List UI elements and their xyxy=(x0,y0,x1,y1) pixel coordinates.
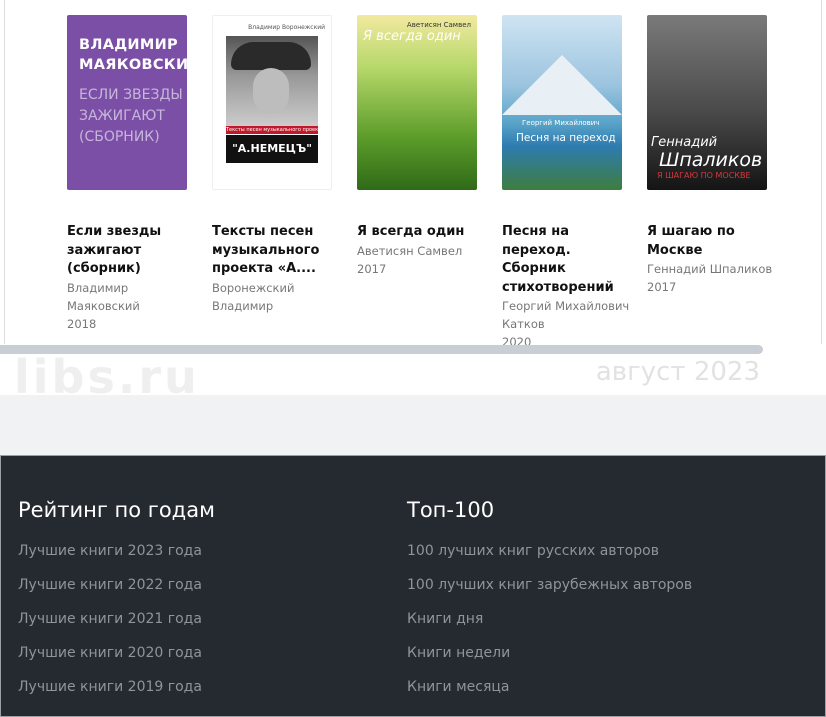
mountain-shape xyxy=(502,55,622,115)
footer-link[interactable]: Лучшие книги 2020 года xyxy=(18,636,215,670)
cover-author: ВЛАДИМИР МАЯКОВСКИЙ xyxy=(79,37,187,73)
cover-band-text: Тексты песен музыкального проекта xyxy=(226,127,318,133)
footer-link[interactable]: Лучшие книги 2022 года xyxy=(18,568,215,602)
gray-band xyxy=(0,395,826,455)
book-card[interactable]: ВЛАДИМИР МАЯКОВСКИЙ ЕСЛИ ЗВЕЗДЫ ЗАЖИГАЮТ… xyxy=(67,15,195,333)
cover-author: Владимир Воронежский xyxy=(248,24,325,31)
book-cover[interactable]: Владимир Воронежский Тексты песен музыка… xyxy=(212,15,332,190)
cover-author-surname: Шпаликов xyxy=(659,149,763,171)
cover-author: Георгий Михайлович xyxy=(522,119,600,127)
book-cover[interactable]: Аветисян Самвел Я всегда один xyxy=(357,15,477,190)
book-author[interactable]: Аветисян Самвел xyxy=(357,242,485,260)
cover-title: "А.НЕМЕЦЪ" xyxy=(226,135,318,163)
book-title[interactable]: Песня на переход. Сборник стихотворений xyxy=(502,223,626,297)
hat-shape xyxy=(231,42,311,70)
cover-subtitle: ЕСЛИ ЗВЕЗДЫ ЗАЖИГАЮТ (СБОРНИК) xyxy=(79,87,183,145)
book-card[interactable]: Владимир Воронежский Тексты песен музыка… xyxy=(212,15,340,315)
book-title[interactable]: Тексты песен музыкального проекта «А.... xyxy=(212,223,336,279)
date-stamp: август 2023 xyxy=(595,357,760,387)
cover-author: Аветисян Самвел xyxy=(406,21,471,29)
footer-top100-column: Топ-100 100 лучших книг русских авторов … xyxy=(407,498,692,704)
footer: Рейтинг по годам Лучшие книги 2023 года … xyxy=(0,455,826,717)
book-year: 2018 xyxy=(67,316,97,331)
book-author[interactable]: Геннадий Шпаликов xyxy=(647,260,775,278)
book-card[interactable]: Георгий Михайлович Песня на переход Песн… xyxy=(502,15,630,351)
book-title[interactable]: Я всегда один xyxy=(357,223,481,242)
cover-band: Тексты песен музыкального проекта xyxy=(226,126,318,134)
footer-ratings-title: Рейтинг по годам xyxy=(18,498,215,522)
book-year: 2017 xyxy=(647,280,677,294)
book-carousel-area: ВЛАДИМИР МАЯКОВСКИЙ ЕСЛИ ЗВЕЗДЫ ЗАЖИГАЮТ… xyxy=(0,0,826,455)
book-title[interactable]: Если звезды зажигают (сборник) xyxy=(67,223,191,279)
book-card[interactable]: Геннадий Шпаликов Я ШАГАЮ ПО МОСКВЕ Я ша… xyxy=(647,15,775,296)
footer-link[interactable]: Лучшие книги 2021 года xyxy=(18,602,215,636)
book-year: 2017 xyxy=(357,261,387,276)
cover-title: Я ШАГАЮ ПО МОСКВЕ xyxy=(657,171,751,180)
book-author[interactable]: Владимир Маяковский xyxy=(67,279,195,315)
footer-ratings-column: Рейтинг по годам Лучшие книги 2023 года … xyxy=(18,498,215,704)
book-author[interactable]: Георгий Михайлович Катков xyxy=(502,297,630,333)
face-shape xyxy=(253,68,289,114)
cover-title: Я всегда один xyxy=(363,29,461,44)
footer-link[interactable]: Книги дня xyxy=(407,602,692,636)
footer-link[interactable]: 100 лучших книг зарубежных авторов xyxy=(407,568,692,602)
cover-title: Песня на переход xyxy=(516,132,616,144)
book-card[interactable]: Аветисян Самвел Я всегда один Я всегда о… xyxy=(357,15,485,278)
footer-link[interactable]: Лучшие книги 2019 года xyxy=(18,670,215,704)
footer-top100-title: Топ-100 xyxy=(407,498,495,522)
book-cover[interactable]: Георгий Михайлович Песня на переход xyxy=(502,15,622,190)
book-title[interactable]: Я шагаю по Москве xyxy=(647,223,771,260)
cover-author: Геннадий xyxy=(651,135,718,150)
footer-link[interactable]: 100 лучших книг русских авторов xyxy=(407,534,692,568)
footer-link[interactable]: Лучшие книги 2023 года xyxy=(18,534,215,568)
book-cover[interactable]: Геннадий Шпаликов Я ШАГАЮ ПО МОСКВЕ xyxy=(647,15,767,190)
footer-link[interactable]: Книги недели xyxy=(407,636,692,670)
footer-link[interactable]: Книги месяца xyxy=(407,670,692,704)
book-cover[interactable]: ВЛАДИМИР МАЯКОВСКИЙ ЕСЛИ ЗВЕЗДЫ ЗАЖИГАЮТ… xyxy=(67,15,187,190)
book-author[interactable]: Воронежский Владимир xyxy=(212,279,340,315)
